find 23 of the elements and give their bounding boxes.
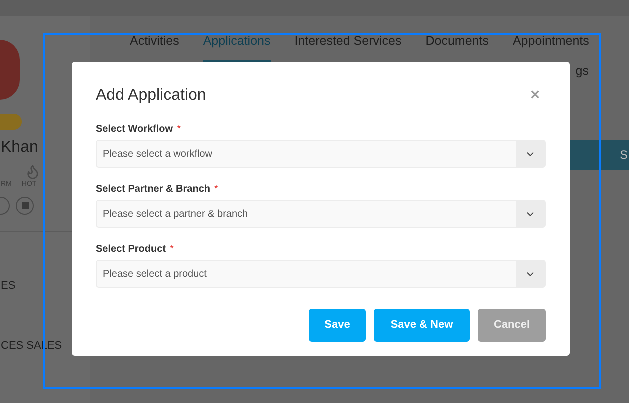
required-marker: * xyxy=(177,123,181,137)
dialog-button[interactable]: Save & New xyxy=(374,309,470,342)
required-marker: * xyxy=(214,183,218,197)
select-field[interactable]: Please select a product xyxy=(96,260,546,288)
tab[interactable]: Appointments xyxy=(512,32,590,62)
dialog-title: Add Application xyxy=(96,86,206,106)
header-text: S xyxy=(620,147,628,164)
flame-icon xyxy=(25,164,41,180)
field-label: Select Product xyxy=(96,243,166,257)
select-field[interactable]: Please select a workflow xyxy=(96,140,546,168)
tab-label[interactable]: gs xyxy=(576,62,589,81)
sidebar-item[interactable]: ES xyxy=(1,278,16,294)
dialog-button[interactable]: Save xyxy=(309,309,366,342)
field-label: Select Workflow xyxy=(96,123,174,137)
tab[interactable]: Documents xyxy=(426,32,489,62)
tab[interactable]: Activities xyxy=(130,32,180,62)
field-label: Select Partner & Branch xyxy=(96,183,210,197)
tab[interactable]: Interested Services xyxy=(294,32,402,62)
dialog-button[interactable]: Cancel xyxy=(478,309,546,342)
required-marker: * xyxy=(170,243,174,257)
profile-name: Khan xyxy=(1,138,38,158)
select-field[interactable]: Please select a partner & branch xyxy=(96,200,546,228)
close-button[interactable]: × xyxy=(530,84,540,108)
